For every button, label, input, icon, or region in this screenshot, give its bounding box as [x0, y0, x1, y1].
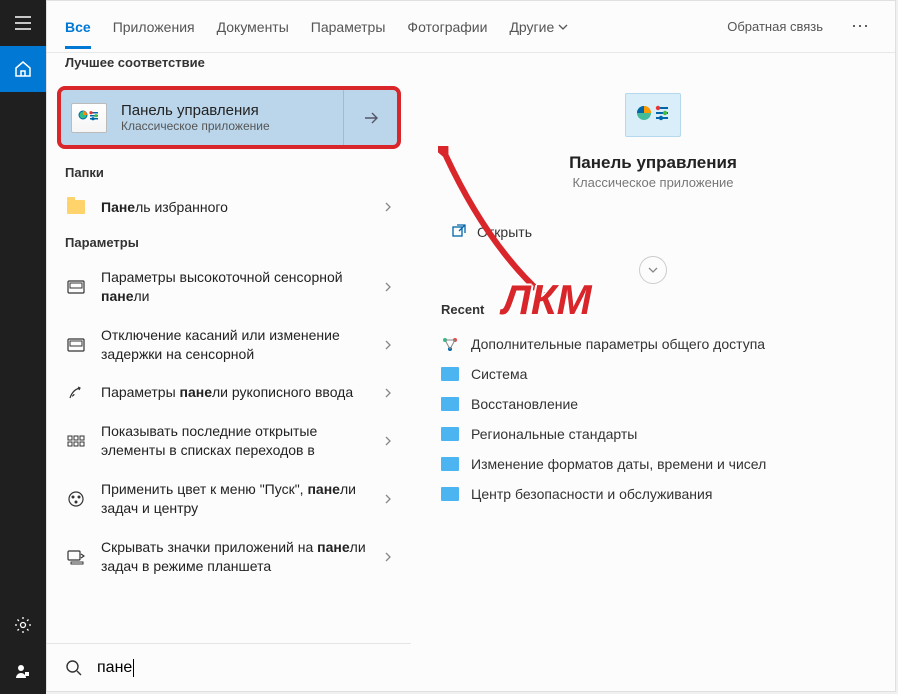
app-icon	[441, 487, 459, 501]
setting-icon	[65, 490, 87, 508]
setting-icon	[65, 280, 87, 294]
tab-all[interactable]: Все	[65, 5, 91, 49]
folder-result-label: Панель избранного	[101, 198, 369, 217]
settings-result-label: Скрывать значки приложений на панели зад…	[101, 538, 369, 576]
app-icon	[441, 367, 459, 381]
network-icon	[441, 336, 459, 352]
arrow-right-icon	[361, 108, 381, 128]
recent-item-label: Дополнительные параметры общего доступа	[471, 336, 765, 352]
results-panel: Лучшее соответствие Панель управления Кл…	[47, 53, 411, 643]
hamburger-icon	[14, 14, 32, 32]
settings-result-label: Параметры панели рукописного ввода	[101, 383, 369, 402]
tab-bar: Все Приложения Документы Параметры Фотог…	[47, 1, 895, 53]
settings-result[interactable]: Параметры высокоточной сенсорной панели	[47, 258, 411, 316]
chevron-right-icon	[383, 433, 393, 449]
app-icon	[441, 457, 459, 471]
tab-params[interactable]: Параметры	[311, 5, 386, 49]
open-label: Открыть	[477, 224, 532, 240]
more-button[interactable]: ⋯	[845, 16, 877, 37]
settings-result[interactable]: Отключение касаний или изменение задержк…	[47, 316, 411, 374]
open-icon	[451, 224, 467, 240]
section-folders: Папки	[47, 157, 411, 188]
app-icon	[441, 427, 459, 441]
gear-icon	[14, 616, 32, 634]
settings-result[interactable]: Применить цвет к меню "Пуск", панели зад…	[47, 470, 411, 528]
settings-button[interactable]	[0, 602, 46, 648]
recent-item-label: Изменение форматов даты, времени и чисел	[471, 456, 766, 472]
tab-docs[interactable]: Документы	[217, 5, 289, 49]
settings-result[interactable]: Показывать последние открытые элементы в…	[47, 412, 411, 470]
preview-panel: Панель управления Классическое приложени…	[411, 53, 895, 643]
search-input[interactable]: пане	[97, 659, 134, 677]
left-sidebar	[0, 0, 46, 694]
account-button[interactable]	[0, 648, 46, 694]
recent-header: Recent	[441, 302, 865, 317]
setting-icon	[65, 384, 87, 402]
recent-item-label: Восстановление	[471, 396, 578, 412]
chevron-right-icon	[383, 491, 393, 507]
recent-item[interactable]: Дополнительные параметры общего доступа	[441, 329, 865, 359]
preview-title: Панель управления	[569, 153, 737, 173]
chevron-right-icon	[383, 385, 393, 401]
chevron-right-icon	[383, 549, 393, 565]
best-match-expand[interactable]	[343, 90, 397, 145]
settings-result-label: Показывать последние открытые элементы в…	[101, 422, 369, 460]
app-icon	[441, 397, 459, 411]
settings-result-label: Отключение касаний или изменение задержк…	[101, 326, 369, 364]
setting-icon	[65, 549, 87, 565]
expand-actions[interactable]	[639, 256, 667, 284]
setting-icon	[65, 338, 87, 352]
search-bar: пане	[47, 643, 411, 691]
recent-item-label: Система	[471, 366, 527, 382]
tab-photos[interactable]: Фотографии	[407, 5, 487, 49]
settings-result-label: Параметры высокоточной сенсорной панели	[101, 268, 369, 306]
chevron-down-icon	[558, 22, 568, 32]
home-button[interactable]	[0, 46, 46, 92]
chevron-right-icon	[383, 279, 393, 295]
best-match-subtitle: Классическое приложение	[121, 119, 270, 133]
tab-apps[interactable]: Приложения	[113, 5, 195, 49]
best-match-title: Панель управления	[121, 102, 270, 119]
preview-subtitle: Классическое приложение	[572, 175, 733, 190]
recent-item-label: Региональные стандарты	[471, 426, 637, 442]
recent-item[interactable]: Система	[441, 359, 865, 389]
section-settings: Параметры	[47, 227, 411, 258]
setting-icon	[65, 434, 87, 448]
settings-result[interactable]: Параметры панели рукописного ввода	[47, 373, 411, 412]
folder-result[interactable]: Панель избранного	[47, 188, 411, 227]
chevron-right-icon	[383, 337, 393, 353]
recent-item[interactable]: Центр безопасности и обслуживания	[441, 479, 865, 509]
chevron-down-icon	[647, 264, 659, 276]
section-best-match: Лучшее соответствие	[47, 53, 411, 78]
open-action[interactable]: Открыть	[441, 216, 865, 248]
folder-icon	[67, 200, 85, 214]
tab-other-label: Другие	[509, 19, 554, 35]
search-icon	[65, 659, 83, 677]
menu-button[interactable]	[0, 0, 46, 46]
tab-other[interactable]: Другие	[509, 5, 568, 49]
recent-item[interactable]: Региональные стандарты	[441, 419, 865, 449]
control-panel-icon	[71, 103, 107, 133]
home-icon	[14, 60, 32, 78]
preview-app-icon	[625, 93, 681, 137]
search-value: пане	[97, 659, 132, 677]
person-icon	[14, 662, 32, 680]
best-match-result[interactable]: Панель управления Классическое приложени…	[57, 86, 401, 149]
chevron-right-icon	[383, 199, 393, 215]
recent-item[interactable]: Изменение форматов даты, времени и чисел	[441, 449, 865, 479]
search-panel: Все Приложения Документы Параметры Фотог…	[46, 0, 896, 692]
recent-item-label: Центр безопасности и обслуживания	[471, 486, 712, 502]
feedback-link[interactable]: Обратная связь	[727, 19, 823, 34]
recent-item[interactable]: Восстановление	[441, 389, 865, 419]
settings-result-label: Применить цвет к меню "Пуск", панели зад…	[101, 480, 369, 518]
settings-result[interactable]: Скрывать значки приложений на панели зад…	[47, 528, 411, 586]
